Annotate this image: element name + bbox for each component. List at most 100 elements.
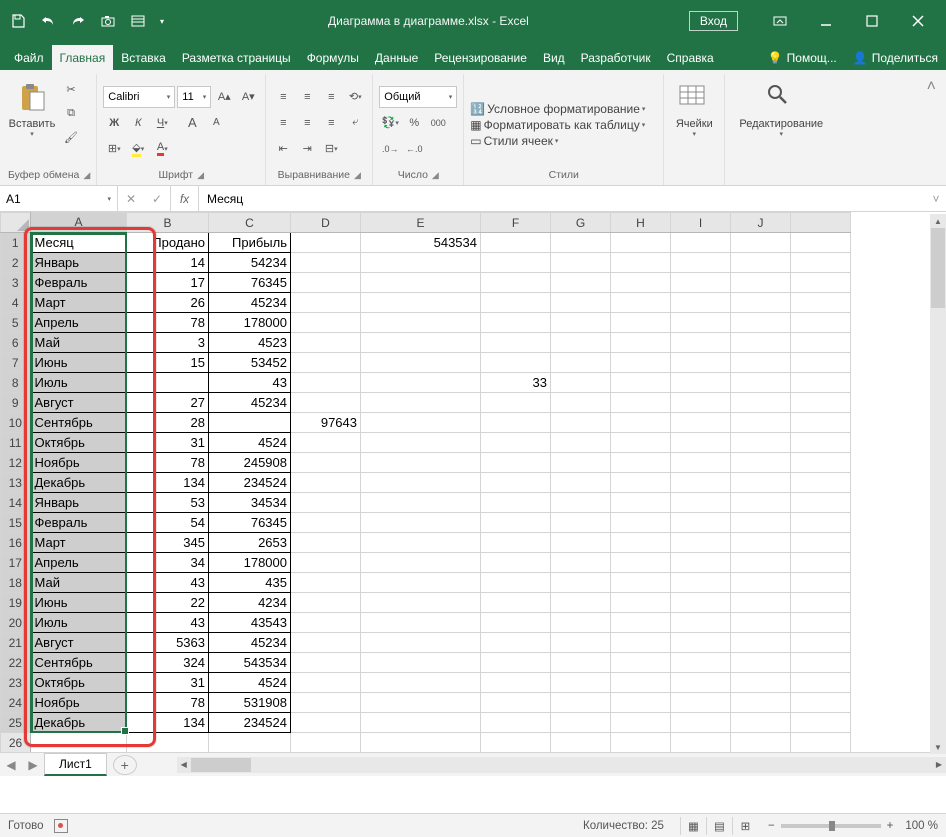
cell-D19[interactable] bbox=[291, 593, 361, 613]
cell-E9[interactable] bbox=[361, 393, 481, 413]
cell-J4[interactable] bbox=[731, 293, 791, 313]
cell-G16[interactable] bbox=[551, 533, 611, 553]
cell-C25[interactable]: 234524 bbox=[209, 713, 291, 733]
cell-J21[interactable] bbox=[731, 633, 791, 653]
cell-D17[interactable] bbox=[291, 553, 361, 573]
cell-A6[interactable]: Май bbox=[31, 333, 127, 353]
cell-G18[interactable] bbox=[551, 573, 611, 593]
tab-data[interactable]: Данные bbox=[367, 45, 426, 70]
tab-view[interactable]: Вид bbox=[535, 45, 573, 70]
cell-F24[interactable] bbox=[481, 693, 551, 713]
cell-B19[interactable]: 22 bbox=[127, 593, 209, 613]
cell-C11[interactable]: 4524 bbox=[209, 433, 291, 453]
cell-E23[interactable] bbox=[361, 673, 481, 693]
cell-A21[interactable]: Август bbox=[31, 633, 127, 653]
cell-C10[interactable] bbox=[209, 413, 291, 433]
cell-H19[interactable] bbox=[611, 593, 671, 613]
tab-page-layout[interactable]: Разметка страницы bbox=[174, 45, 299, 70]
cell-F26[interactable] bbox=[481, 733, 551, 753]
cell-I3[interactable] bbox=[671, 273, 731, 293]
sheet-nav-prev-icon[interactable]: ◀ bbox=[0, 753, 22, 776]
cell-G21[interactable] bbox=[551, 633, 611, 653]
close-button[interactable] bbox=[896, 6, 940, 36]
cell-B9[interactable]: 27 bbox=[127, 393, 209, 413]
row-header-12[interactable]: 12 bbox=[1, 453, 31, 473]
column-header-C[interactable]: C bbox=[209, 213, 291, 233]
increase-font-icon[interactable]: A▴ bbox=[213, 86, 235, 108]
row-header-5[interactable]: 5 bbox=[1, 313, 31, 333]
font-size-select[interactable]: 11▾ bbox=[177, 86, 211, 108]
form-icon[interactable] bbox=[126, 9, 150, 33]
cell-E17[interactable] bbox=[361, 553, 481, 573]
orientation-icon[interactable]: ⟲▾ bbox=[344, 86, 366, 108]
cell-B7[interactable]: 15 bbox=[127, 353, 209, 373]
cell-G17[interactable] bbox=[551, 553, 611, 573]
cell-A20[interactable]: Июль bbox=[31, 613, 127, 633]
format-painter-icon[interactable]: 🖌 bbox=[60, 126, 82, 148]
cell-F16[interactable] bbox=[481, 533, 551, 553]
cell-H14[interactable] bbox=[611, 493, 671, 513]
cell-E4[interactable] bbox=[361, 293, 481, 313]
decrease-decimal-icon[interactable]: ←.0 bbox=[403, 138, 425, 160]
cell-I4[interactable] bbox=[671, 293, 731, 313]
cell-J5[interactable] bbox=[731, 313, 791, 333]
row-header-6[interactable]: 6 bbox=[1, 333, 31, 353]
cell-I7[interactable] bbox=[671, 353, 731, 373]
cell-E20[interactable] bbox=[361, 613, 481, 633]
cell-H18[interactable] bbox=[611, 573, 671, 593]
cell-G12[interactable] bbox=[551, 453, 611, 473]
cell-I23[interactable] bbox=[671, 673, 731, 693]
cell-E24[interactable] bbox=[361, 693, 481, 713]
cell-G20[interactable] bbox=[551, 613, 611, 633]
cell-J7[interactable] bbox=[731, 353, 791, 373]
cell-C20[interactable]: 43543 bbox=[209, 613, 291, 633]
cell-C6[interactable]: 4523 bbox=[209, 333, 291, 353]
row-header-26[interactable]: 26 bbox=[1, 733, 31, 753]
expand-formula-icon[interactable]: ˅ bbox=[926, 192, 946, 206]
cancel-icon[interactable]: ✕ bbox=[118, 186, 144, 211]
cell-C26[interactable] bbox=[209, 733, 291, 753]
bold-button[interactable]: Ж bbox=[103, 112, 125, 134]
cell-H21[interactable] bbox=[611, 633, 671, 653]
normal-view-icon[interactable]: ▦ bbox=[680, 817, 706, 835]
scroll-right-icon[interactable]: ▶ bbox=[932, 757, 946, 773]
cell-B26[interactable] bbox=[127, 733, 209, 753]
cell-H25[interactable] bbox=[611, 713, 671, 733]
cell-G7[interactable] bbox=[551, 353, 611, 373]
cell-J23[interactable] bbox=[731, 673, 791, 693]
cell-H2[interactable] bbox=[611, 253, 671, 273]
cell-I25[interactable] bbox=[671, 713, 731, 733]
cell-B5[interactable]: 78 bbox=[127, 313, 209, 333]
cell-H1[interactable] bbox=[611, 233, 671, 253]
cell-styles-button[interactable]: ▭Стили ячеек ▾ bbox=[470, 134, 558, 148]
cell-A11[interactable]: Октябрь bbox=[31, 433, 127, 453]
cell-E5[interactable] bbox=[361, 313, 481, 333]
cell-J6[interactable] bbox=[731, 333, 791, 353]
cell-I9[interactable] bbox=[671, 393, 731, 413]
macro-record-icon[interactable] bbox=[54, 819, 68, 833]
row-header-23[interactable]: 23 bbox=[1, 673, 31, 693]
cell-F17[interactable] bbox=[481, 553, 551, 573]
page-layout-view-icon[interactable]: ▤ bbox=[706, 817, 732, 835]
page-break-view-icon[interactable]: ⊞ bbox=[732, 817, 758, 835]
cell-A25[interactable]: Декабрь bbox=[31, 713, 127, 733]
cell-I2[interactable] bbox=[671, 253, 731, 273]
tab-review[interactable]: Рецензирование bbox=[426, 45, 535, 70]
cell-A14[interactable]: Январь bbox=[31, 493, 127, 513]
row-header-15[interactable]: 15 bbox=[1, 513, 31, 533]
wrap-text-icon[interactable]: ⤶ bbox=[344, 112, 366, 134]
cell-H23[interactable] bbox=[611, 673, 671, 693]
cell-I17[interactable] bbox=[671, 553, 731, 573]
zoom-out-icon[interactable]: − bbox=[768, 820, 775, 832]
cell-A16[interactable]: Март bbox=[31, 533, 127, 553]
cells-button[interactable]: Ячейки ▾ bbox=[670, 78, 718, 150]
cell-F22[interactable] bbox=[481, 653, 551, 673]
cell-E12[interactable] bbox=[361, 453, 481, 473]
cell-J22[interactable] bbox=[731, 653, 791, 673]
cell-G19[interactable] bbox=[551, 593, 611, 613]
cell-D25[interactable] bbox=[291, 713, 361, 733]
cell-E8[interactable] bbox=[361, 373, 481, 393]
cell-F10[interactable] bbox=[481, 413, 551, 433]
cell-B12[interactable]: 78 bbox=[127, 453, 209, 473]
cell-F9[interactable] bbox=[481, 393, 551, 413]
